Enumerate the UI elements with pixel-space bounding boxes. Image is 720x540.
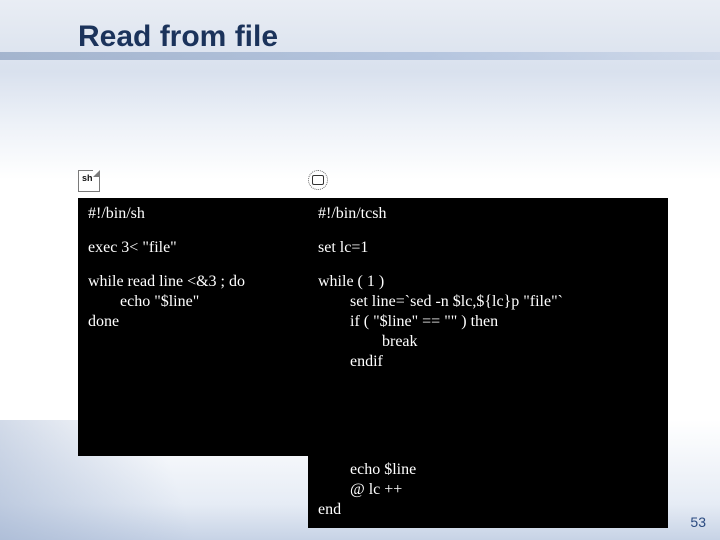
tcsh-tail: echo $line @ lc ++ end: [318, 460, 658, 520]
tcsh-shebang: #!/bin/tcsh: [318, 204, 658, 224]
code-row-loop: while read line <&3 ; do echo "$line" do…: [78, 266, 668, 456]
tcsh-loop: while ( 1 ) set line=`sed -n $lc,${lc}p …: [318, 272, 658, 372]
code-row-shebang: #!/bin/sh #!/bin/tcsh: [78, 198, 668, 232]
slide-container: Read from file sh #!/bin/sh #!/bin/tcsh …: [0, 0, 720, 540]
code-row-setup: exec 3< "file" set lc=1: [78, 232, 668, 266]
icon-row: sh: [78, 170, 668, 197]
csh-core-icon: [312, 175, 324, 185]
dogear-icon: [93, 170, 100, 177]
page-title: Read from file: [78, 20, 278, 54]
sh-file-icon-label: sh: [82, 174, 93, 183]
page-number: 53: [690, 514, 706, 530]
code-row-tail: echo $line @ lc ++ end: [308, 456, 668, 528]
sh-loop: while read line <&3 ; do echo "$line" do…: [88, 272, 298, 332]
sh-setup: exec 3< "file": [88, 238, 298, 258]
sh-shebang: #!/bin/sh: [88, 204, 298, 224]
csh-dotted-icon: [308, 170, 328, 190]
sh-file-icon: sh: [78, 170, 100, 192]
tcsh-setup: set lc=1: [318, 238, 658, 258]
